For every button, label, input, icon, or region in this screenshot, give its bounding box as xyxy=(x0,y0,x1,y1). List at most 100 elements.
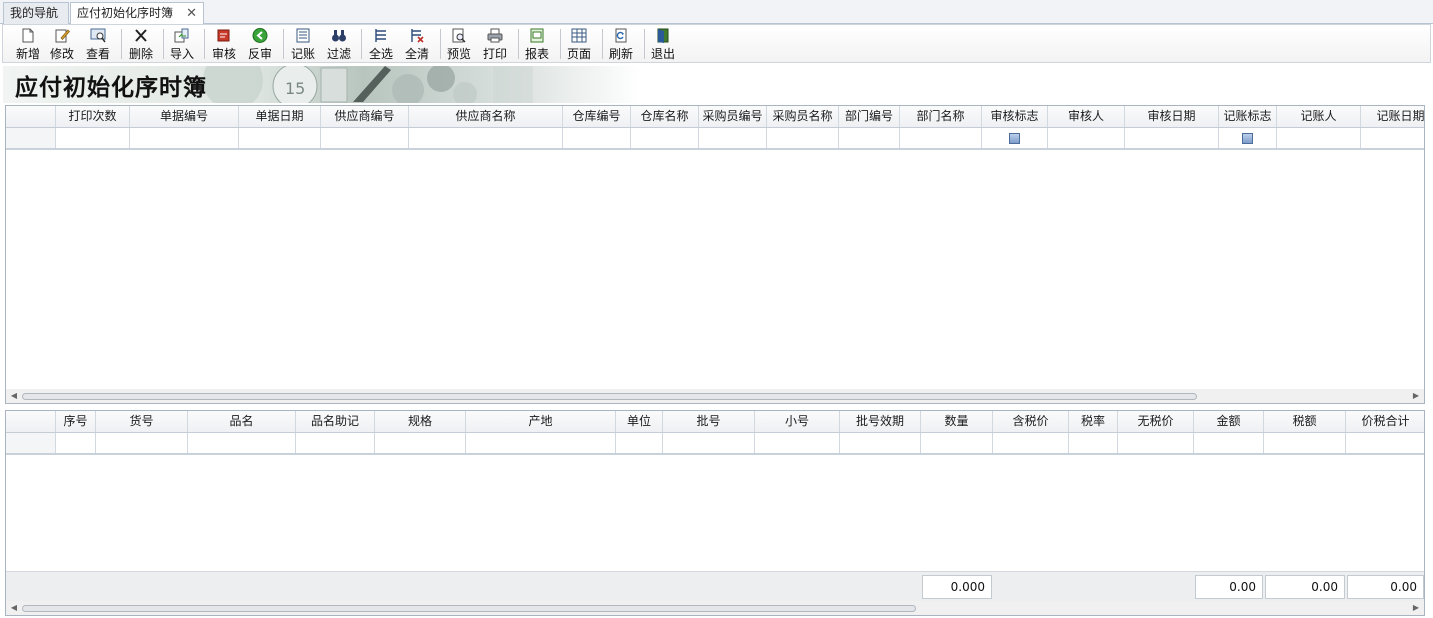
audit-button[interactable]: 审核 xyxy=(207,27,241,61)
scroll-right-icon[interactable]: ▶ xyxy=(1410,389,1422,403)
column-header[interactable]: 采购员编号 xyxy=(699,106,767,127)
filter-cell[interactable] xyxy=(56,433,96,453)
column-header[interactable]: 单据编号 xyxy=(130,106,239,127)
filter-cell[interactable] xyxy=(767,128,839,148)
column-header[interactable]: 审核标志 xyxy=(982,106,1048,127)
column-header[interactable]: 仓库编号 xyxy=(563,106,631,127)
exit-button[interactable]: 退出 xyxy=(646,27,680,61)
column-header[interactable]: 审核日期 xyxy=(1125,106,1219,127)
column-header[interactable]: 记账日期 xyxy=(1361,106,1424,127)
filter-cell[interactable] xyxy=(699,128,767,148)
filter-cell[interactable] xyxy=(1048,128,1125,148)
filter-cell[interactable] xyxy=(755,433,840,453)
column-header[interactable]: 供应商名称 xyxy=(409,106,563,127)
filter-cell[interactable] xyxy=(1194,433,1264,453)
filter-cell[interactable] xyxy=(993,433,1069,453)
column-header[interactable]: 审核人 xyxy=(1048,106,1125,127)
filter-cell[interactable] xyxy=(296,433,375,453)
filter-cell[interactable] xyxy=(239,128,321,148)
refresh-button[interactable]: 刷新 xyxy=(604,27,638,61)
filter-cell[interactable] xyxy=(188,433,296,453)
filter-cell[interactable] xyxy=(130,128,239,148)
filter-cell[interactable] xyxy=(466,433,616,453)
filter-cell[interactable] xyxy=(321,128,409,148)
detail-grid-horizontal-scrollbar[interactable]: ◀ ▶ xyxy=(6,601,1424,615)
column-header[interactable]: 产地 xyxy=(466,411,616,432)
scroll-left-icon[interactable]: ◀ xyxy=(8,601,20,615)
column-header[interactable]: 税额 xyxy=(1264,411,1346,432)
filter-cell[interactable] xyxy=(1264,433,1346,453)
filter-cell[interactable] xyxy=(96,433,188,453)
print-button[interactable]: 打印 xyxy=(478,27,512,61)
column-header[interactable]: 供应商编号 xyxy=(321,106,409,127)
detail-grid[interactable]: 序号 货号 品名 品名助记 规格 产地 单位 批号 小号 批号效期 数量 含税价… xyxy=(5,410,1425,616)
column-header[interactable]: 部门编号 xyxy=(839,106,900,127)
filter-button[interactable]: 过滤 xyxy=(322,27,356,61)
post-button[interactable]: 记账 xyxy=(286,27,320,61)
scroll-right-icon[interactable]: ▶ xyxy=(1410,601,1422,615)
column-header[interactable]: 记账标志 xyxy=(1219,106,1277,127)
column-header[interactable]: 税率 xyxy=(1069,411,1118,432)
column-header[interactable]: 采购员名称 xyxy=(767,106,839,127)
scrollbar-thumb[interactable] xyxy=(22,605,916,612)
filter-cell[interactable] xyxy=(1346,433,1424,453)
scroll-left-icon[interactable]: ◀ xyxy=(8,389,20,403)
filter-cell[interactable] xyxy=(900,128,982,148)
tab-my-navigation[interactable]: 我的导航 xyxy=(3,2,69,24)
column-header[interactable]: 记账人 xyxy=(1277,106,1361,127)
filter-cell[interactable] xyxy=(56,128,130,148)
filter-cell[interactable] xyxy=(1219,128,1277,148)
filter-cell[interactable] xyxy=(921,433,993,453)
filter-cell[interactable] xyxy=(1118,433,1194,453)
column-header[interactable]: 小号 xyxy=(755,411,840,432)
view-button[interactable]: 查看 xyxy=(81,27,115,61)
column-header[interactable]: 打印次数 xyxy=(56,106,130,127)
clear-all-button[interactable]: 全清 xyxy=(400,27,434,61)
filter-cell[interactable] xyxy=(616,433,663,453)
column-header[interactable]: 规格 xyxy=(375,411,466,432)
filter-cell[interactable] xyxy=(1125,128,1219,148)
post-flag-filter-checkbox[interactable] xyxy=(1242,133,1253,144)
import-button[interactable]: 导入 xyxy=(165,27,199,61)
filter-cell[interactable] xyxy=(409,128,563,148)
column-header[interactable]: 货号 xyxy=(96,411,188,432)
close-icon[interactable]: ✕ xyxy=(186,3,197,24)
column-header[interactable]: 仓库名称 xyxy=(631,106,699,127)
audit-flag-filter-checkbox[interactable] xyxy=(1009,133,1020,144)
filter-cell[interactable] xyxy=(1277,128,1361,148)
filter-cell[interactable] xyxy=(1361,128,1424,148)
column-header[interactable]: 部门名称 xyxy=(900,106,982,127)
filter-cell[interactable] xyxy=(982,128,1048,148)
unaudit-button[interactable]: 反审 xyxy=(243,27,277,61)
column-header[interactable]: 单位 xyxy=(616,411,663,432)
edit-button[interactable]: 修改 xyxy=(45,27,79,61)
master-grid-horizontal-scrollbar[interactable]: ◀ ▶ xyxy=(6,389,1424,403)
scrollbar-thumb[interactable] xyxy=(22,393,1197,400)
master-grid[interactable]: 打印次数 单据编号 单据日期 供应商编号 供应商名称 仓库编号 仓库名称 采购员… xyxy=(5,105,1425,404)
filter-cell[interactable] xyxy=(631,128,699,148)
filter-cell[interactable] xyxy=(663,433,755,453)
report-button[interactable]: 报表 xyxy=(520,27,554,61)
filter-cell[interactable] xyxy=(563,128,631,148)
select-all-button[interactable]: 全选 xyxy=(364,27,398,61)
filter-cell[interactable] xyxy=(840,433,921,453)
column-header[interactable]: 单据日期 xyxy=(239,106,321,127)
tab-payable-init-journal[interactable]: 应付初始化序时簿 ✕ xyxy=(70,2,204,25)
column-header[interactable]: 品名助记 xyxy=(296,411,375,432)
filter-cell[interactable] xyxy=(375,433,466,453)
column-header[interactable]: 含税价 xyxy=(993,411,1069,432)
filter-cell[interactable] xyxy=(839,128,900,148)
column-header[interactable]: 批号效期 xyxy=(840,411,921,432)
filter-cell[interactable] xyxy=(1069,433,1118,453)
preview-button[interactable]: 预览 xyxy=(442,27,476,61)
column-header[interactable]: 价税合计 xyxy=(1346,411,1424,432)
column-header[interactable]: 数量 xyxy=(921,411,993,432)
column-header[interactable]: 批号 xyxy=(663,411,755,432)
new-button[interactable]: 新增 xyxy=(11,27,45,61)
column-header[interactable]: 序号 xyxy=(56,411,96,432)
column-header[interactable]: 金额 xyxy=(1194,411,1264,432)
column-header[interactable]: 品名 xyxy=(188,411,296,432)
page-button[interactable]: 页面 xyxy=(562,27,596,61)
delete-button[interactable]: 删除 xyxy=(124,27,158,61)
column-header[interactable]: 无税价 xyxy=(1118,411,1194,432)
